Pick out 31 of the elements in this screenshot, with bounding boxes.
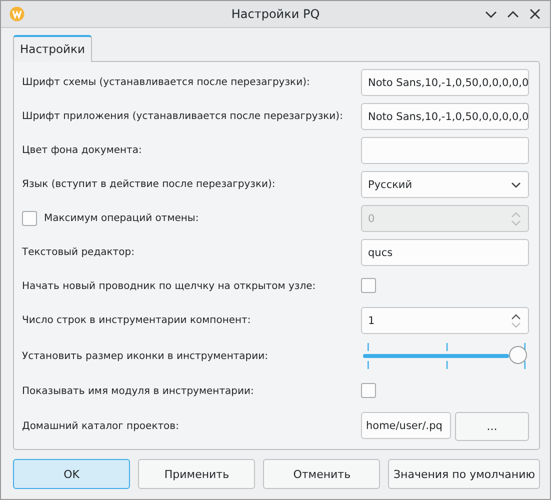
field-label: Число строк в инструментарии компонент: bbox=[22, 315, 251, 326]
settings-tab[interactable]: Настройки bbox=[13, 35, 92, 62]
input-field[interactable]: Noto Sans,10,-1,0,50,0,0,0,0,0 bbox=[361, 103, 529, 130]
field-label: Шрифт схемы (устанавливается после перезагрузки): bbox=[22, 77, 310, 88]
field-label: Начать новый проводник по щелчку на открытом узле: bbox=[22, 281, 316, 292]
dialog-button[interactable]: Отменить bbox=[263, 459, 380, 489]
field-label: Установить размер иконки в инструментарии: bbox=[22, 350, 268, 362]
field-label: Показывать имя модуля в инструментарии: bbox=[22, 386, 254, 397]
language-dropdown[interactable]: Русский bbox=[361, 171, 529, 198]
field-label: Домашний каталог проектов: bbox=[22, 421, 179, 432]
dialog-button[interactable]: OK bbox=[13, 459, 130, 489]
field-label: Шрифт приложения (устанавливается после перезагрузки): bbox=[22, 111, 343, 122]
field-label: Текстовый редактор: bbox=[22, 247, 134, 258]
slider-handle[interactable] bbox=[509, 346, 527, 364]
dialog-button[interactable]: Значения по умолчанию bbox=[388, 459, 540, 489]
input-field[interactable]: qucs bbox=[361, 239, 529, 266]
app-logo-icon bbox=[9, 6, 25, 22]
browse-button[interactable]: ... bbox=[455, 412, 529, 441]
checkbox[interactable] bbox=[361, 278, 376, 292]
close-icon[interactable] bbox=[528, 7, 542, 21]
input-field[interactable]: home/user/.pq bbox=[361, 412, 451, 439]
color-field[interactable] bbox=[361, 137, 529, 164]
input-field[interactable]: Noto Sans,10,-1,0,50,0,0,0,0,0 bbox=[361, 69, 529, 96]
window-title: Настройки PQ bbox=[231, 7, 320, 21]
spin-box[interactable]: 1 bbox=[361, 307, 529, 334]
field-label: Язык (вступит в действие после перезагрузки): bbox=[22, 179, 276, 190]
checkbox[interactable] bbox=[361, 382, 376, 398]
spin-arrows-icon[interactable] bbox=[510, 312, 522, 330]
field-label: Цвет фона документа: bbox=[22, 145, 142, 156]
field-label: Максимум операций отмены: bbox=[44, 213, 199, 224]
dialog-button[interactable]: Применить bbox=[138, 459, 256, 489]
